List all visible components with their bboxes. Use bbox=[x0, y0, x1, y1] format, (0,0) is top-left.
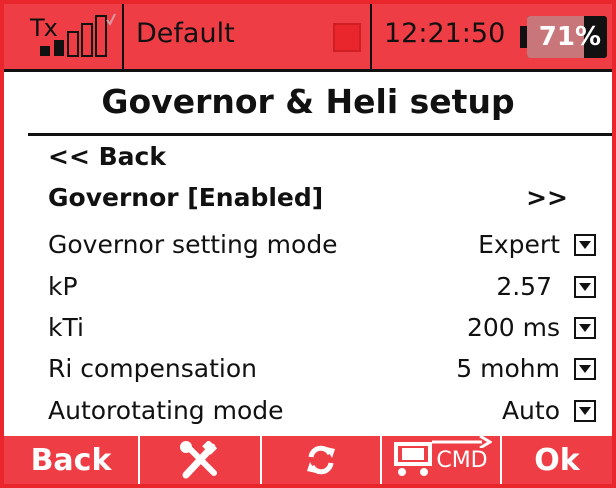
softkey-bar: Back CMD Ok bbox=[4, 435, 612, 484]
setting-row-kp[interactable]: kP 2.57 bbox=[48, 268, 596, 308]
recording-indicator-icon bbox=[333, 23, 361, 52]
setting-label: kP bbox=[48, 272, 78, 301]
governor-label: Governor [Enabled] bbox=[48, 183, 324, 212]
setting-row-kti[interactable]: kTi 200 ms bbox=[48, 309, 596, 349]
setting-label: Ri compensation bbox=[48, 354, 257, 383]
status-divider bbox=[122, 4, 124, 69]
submenu-arrow-icon: >> bbox=[526, 183, 568, 212]
setting-row-ri-compensation[interactable]: Ri compensation 5 mohm bbox=[48, 350, 596, 390]
setting-value: Auto bbox=[501, 396, 560, 425]
dropdown-arrow-icon[interactable] bbox=[574, 317, 596, 339]
title-divider bbox=[28, 133, 612, 136]
back-button[interactable]: Back bbox=[4, 436, 138, 484]
clock: 12:21:50 bbox=[384, 18, 506, 49]
battery-icon: 71% bbox=[527, 16, 607, 58]
back-menu-item[interactable]: << Back bbox=[48, 138, 596, 178]
cmd-label: CMD bbox=[432, 435, 493, 473]
back-button-label: Back bbox=[30, 442, 112, 478]
setting-row-governor-mode[interactable]: Governor setting mode Expert bbox=[48, 226, 596, 266]
screen-frame: Tx Default 12:21:50 71% Governor & Heli … bbox=[0, 0, 616, 488]
setting-value: 5 mohm bbox=[456, 354, 560, 383]
setting-label: Autorotating mode bbox=[48, 396, 284, 425]
governor-menu-item[interactable]: Governor [Enabled] >> bbox=[48, 179, 596, 219]
cmd-text: CMD bbox=[436, 447, 488, 473]
ok-button[interactable]: Ok bbox=[502, 436, 612, 484]
transmitter-cmd-icon bbox=[394, 442, 433, 476]
tools-icon bbox=[180, 441, 218, 479]
dropdown-arrow-icon[interactable] bbox=[574, 234, 596, 256]
refresh-icon bbox=[307, 445, 335, 475]
dropdown-arrow-icon[interactable] bbox=[574, 276, 596, 298]
cmd-button[interactable]: CMD bbox=[382, 435, 500, 484]
dropdown-arrow-icon[interactable] bbox=[574, 400, 596, 422]
setting-value: 2.57 bbox=[496, 272, 552, 301]
setting-row-autorotating-mode[interactable]: Autorotating mode Auto bbox=[48, 392, 596, 432]
status-bar: Tx Default 12:21:50 71% bbox=[4, 4, 612, 72]
back-label: << Back bbox=[48, 142, 166, 171]
setting-label: kTi bbox=[48, 313, 84, 342]
setting-value: 200 ms bbox=[466, 313, 560, 342]
ok-button-label: Ok bbox=[534, 442, 580, 478]
page-title: Governor & Heli setup bbox=[101, 82, 515, 121]
model-name[interactable]: Default bbox=[136, 18, 235, 49]
tools-button[interactable] bbox=[140, 436, 260, 484]
status-divider bbox=[370, 4, 372, 69]
battery-percent: 71% bbox=[538, 22, 601, 52]
signal-strength-icon bbox=[40, 13, 116, 57]
dropdown-arrow-icon[interactable] bbox=[574, 358, 596, 380]
setting-value: Expert bbox=[478, 230, 560, 259]
setting-label: Governor setting mode bbox=[48, 230, 338, 259]
refresh-button[interactable] bbox=[262, 436, 380, 484]
arrow-right-icon bbox=[432, 435, 493, 448]
